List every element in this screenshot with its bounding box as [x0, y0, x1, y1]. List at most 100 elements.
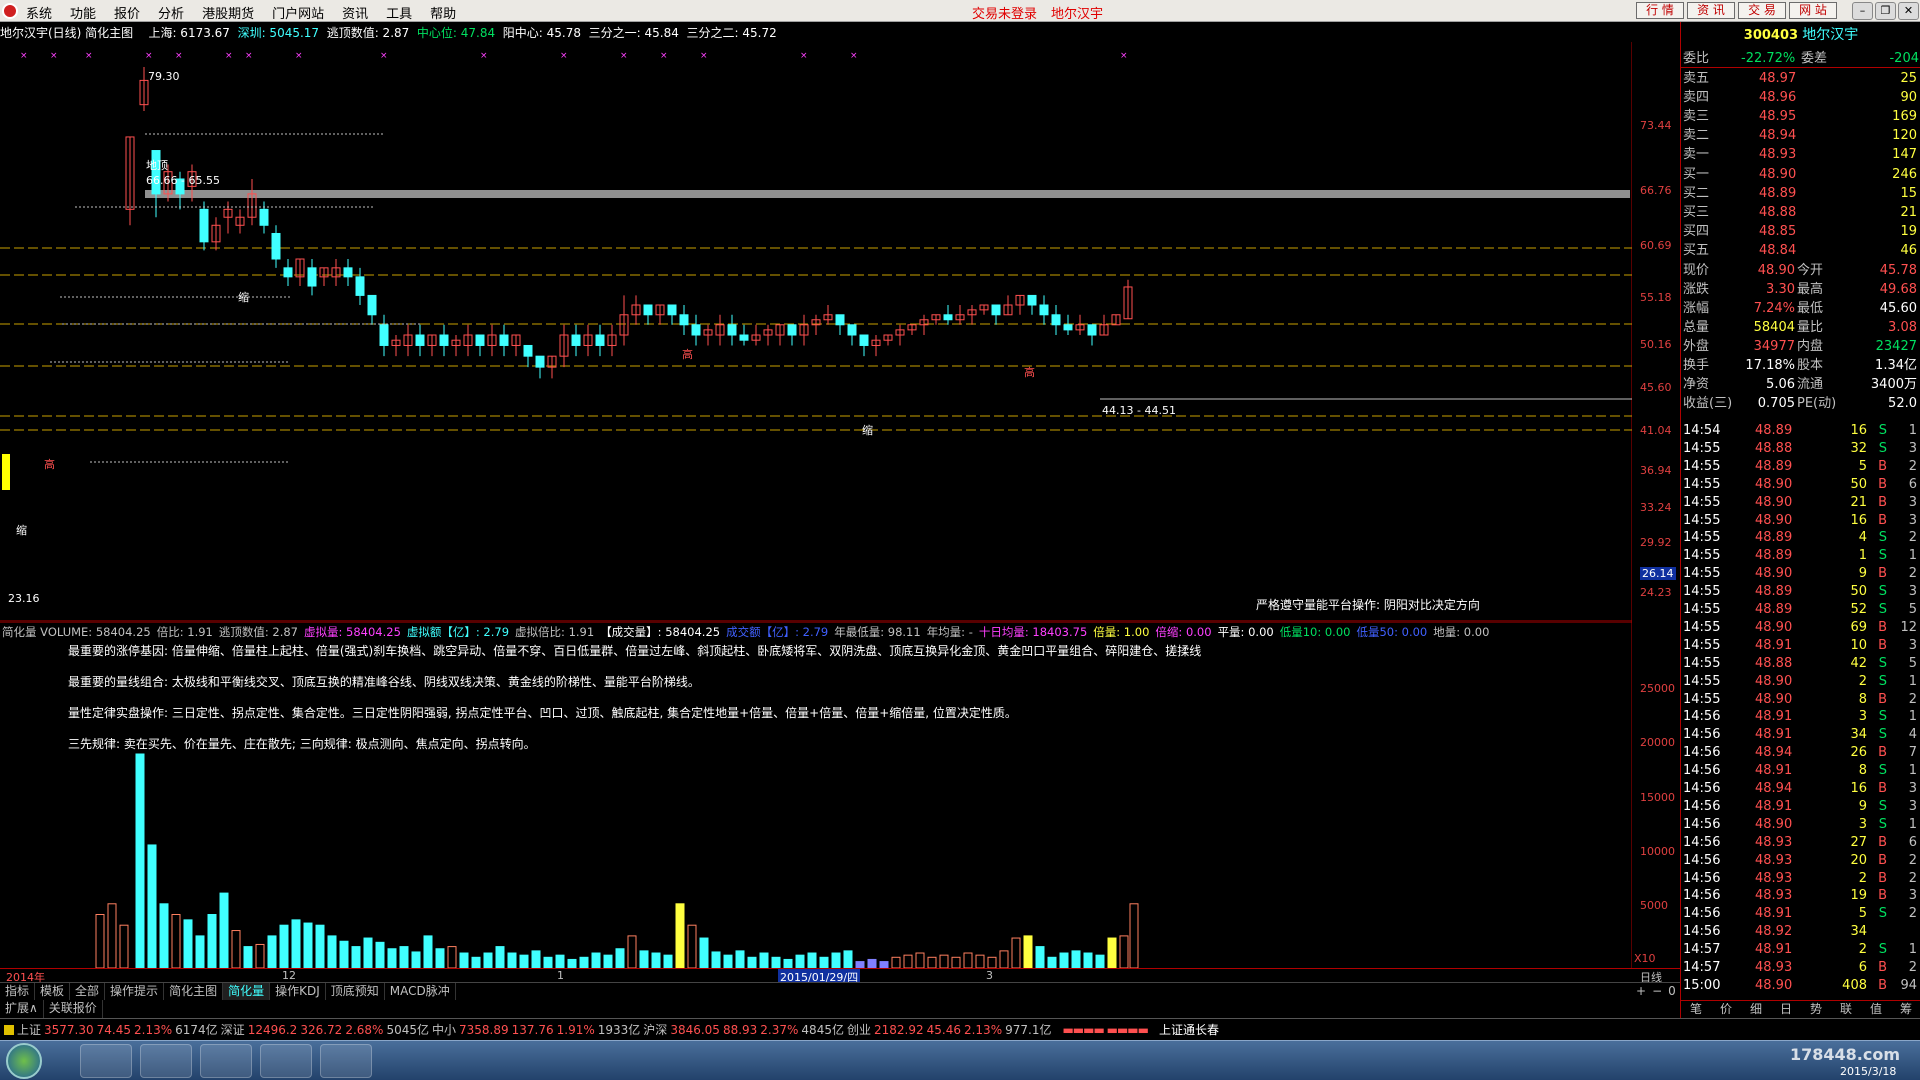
- status-text: 交易未登录: [972, 7, 1038, 22]
- bank-app-icon[interactable]: [260, 1044, 312, 1078]
- menu-item[interactable]: 资讯: [342, 3, 368, 22]
- menu-item[interactable]: 报价: [114, 3, 140, 22]
- indicator-tab[interactable]: 指标: [0, 983, 36, 1000]
- candle-body: [379, 324, 389, 346]
- stat-row: 现价 48.90 今开 45.78: [1681, 262, 1920, 280]
- bid-price: 48.84: [1759, 243, 1797, 258]
- tick-count: 2: [1908, 566, 1917, 582]
- volume-panel[interactable]: 简化量 VOLUME: 58404.25 倍比: 1.91 逃顶数值: 2.87 虚拟…: [0, 621, 1675, 969]
- tick-row: 14:56 48.93 19 B 3: [1681, 887, 1920, 905]
- app-logo-icon[interactable]: [2, 3, 18, 19]
- ask-row: 卖五 48.97 25: [1681, 70, 1920, 88]
- stat-value: 3.08: [1888, 320, 1917, 335]
- volume-bar: [939, 954, 949, 969]
- quote-tab[interactable]: 日: [1771, 1001, 1801, 1018]
- tick-count: 2: [1908, 870, 1917, 886]
- quote-tab[interactable]: 细: [1741, 1001, 1771, 1018]
- quote-tab[interactable]: 联: [1831, 1001, 1861, 1018]
- indicator-tab[interactable]: 模板: [35, 983, 71, 1000]
- stat-label: 量比: [1797, 320, 1824, 335]
- tick-price: 48.90: [1755, 566, 1793, 582]
- candle-body: [307, 267, 317, 287]
- tick-time: 14:55: [1683, 691, 1721, 707]
- tick-count: 5: [1908, 602, 1917, 617]
- menu-item[interactable]: 分析: [158, 3, 184, 22]
- tick-time: 14:55: [1683, 476, 1721, 492]
- extension-tab[interactable]: 扩展∧: [0, 1000, 44, 1018]
- quote-tab[interactable]: 值: [1861, 1001, 1891, 1018]
- tick-side: B: [1878, 566, 1887, 582]
- ie-browser-icon[interactable]: [80, 1044, 132, 1078]
- watermark: 178448.com: [1790, 1045, 1901, 1064]
- candle-body: [835, 314, 845, 326]
- indicator-tab[interactable]: MACD脉冲: [385, 983, 456, 1000]
- price-tick: 55.18: [1640, 291, 1672, 304]
- tick-time: 14:56: [1683, 727, 1721, 743]
- volume-bar: [315, 924, 325, 969]
- tick-count: 3: [1908, 798, 1917, 814]
- stat-value: 1.34亿: [1875, 358, 1917, 373]
- menu-item[interactable]: 工具: [386, 3, 412, 22]
- tick-row: 14:55 48.89 52 S 5: [1681, 601, 1920, 619]
- start-button[interactable]: [6, 1043, 42, 1079]
- indicator-tab[interactable]: 操作KDJ: [270, 983, 326, 1000]
- stat-label: 换手: [1683, 358, 1710, 373]
- indicator-tab[interactable]: 操作提示: [105, 983, 165, 1000]
- ask-row: 卖一 48.93 147: [1681, 146, 1920, 164]
- candle-body: [367, 294, 377, 316]
- menu-item[interactable]: 港股期货: [202, 3, 254, 22]
- minimize-icon[interactable]: –: [1852, 2, 1873, 20]
- nav-button[interactable]: 交 易: [1738, 2, 1786, 19]
- zoom-out-icon[interactable]: −: [1652, 984, 1662, 998]
- quote-tab[interactable]: 势: [1801, 1001, 1831, 1018]
- indicator-tab[interactable]: 简化主图: [164, 983, 224, 1000]
- tick-side: B: [1878, 458, 1887, 474]
- nav-button[interactable]: 资 讯: [1687, 2, 1735, 19]
- stock-app-icon[interactable]: [200, 1044, 252, 1078]
- quote-tab[interactable]: 筹: [1891, 1001, 1920, 1018]
- ask-volume: 25: [1900, 71, 1917, 86]
- menu-item[interactable]: 功能: [70, 3, 96, 22]
- menu-item[interactable]: 帮助: [430, 3, 456, 22]
- ask-price: 48.95: [1759, 109, 1797, 124]
- zoom-in-icon[interactable]: +: [1636, 984, 1646, 998]
- extension-tab[interactable]: 关联报价: [44, 1000, 103, 1018]
- ie-window-icon[interactable]: [320, 1044, 372, 1078]
- kline-svg[interactable]: × × × × × × × × × × × × × × × × ×: [0, 42, 1632, 622]
- weicha-value: -204: [1889, 51, 1919, 66]
- sh-change: 74.45: [96, 1022, 131, 1037]
- news-ticker[interactable]: 上证通长春: [1159, 1021, 1219, 1038]
- candle-body: [943, 314, 953, 321]
- tick-side: S: [1878, 548, 1887, 564]
- menu-item[interactable]: 系统: [26, 3, 52, 22]
- close-icon[interactable]: ✕: [1898, 2, 1919, 20]
- zoom-reset-icon[interactable]: 0: [1668, 984, 1676, 998]
- nav-button[interactable]: 网 站: [1789, 2, 1837, 19]
- candle-body: [679, 314, 689, 326]
- tick-count: 3: [1908, 512, 1917, 528]
- tick-row: 14:55 48.89 5 B 2: [1681, 458, 1920, 476]
- tick-count: 2: [1908, 852, 1917, 868]
- quote-tab[interactable]: 笔: [1681, 1001, 1711, 1018]
- volume-bar: [687, 924, 697, 969]
- tick-row: 14:55 48.89 1 S 1: [1681, 547, 1920, 565]
- indicator-tab[interactable]: 顶底预知: [326, 983, 385, 1000]
- volume-header: 简化量 VOLUME: 58404.25 倍比: 1.91 逃顶数值: 2.87 虚拟…: [2, 624, 1495, 640]
- volume-bar: [1035, 946, 1045, 969]
- indicator-tab[interactable]: 全部: [70, 983, 106, 1000]
- menu-item[interactable]: 门户网站: [272, 3, 324, 22]
- indicator-tab[interactable]: 简化量: [223, 983, 271, 1000]
- quote-tab[interactable]: 价: [1711, 1001, 1741, 1018]
- volume-bar: [999, 950, 1009, 969]
- volume-bar: [339, 940, 349, 969]
- tick-time: 14:55: [1683, 602, 1721, 617]
- stat-row: 总量 58404 量比 3.08: [1681, 319, 1920, 337]
- restore-icon[interactable]: ❐: [1875, 2, 1896, 20]
- ask-label: 卖五: [1683, 71, 1710, 86]
- volume-bar: [543, 956, 553, 969]
- tick-time: 14:56: [1683, 763, 1721, 779]
- stat-label: 涨跌: [1683, 282, 1710, 297]
- nav-button[interactable]: 行 情: [1636, 2, 1684, 19]
- app-tray-icon[interactable]: [140, 1044, 192, 1078]
- kline-chart[interactable]: × × × × × × × × × × × × × × × × × 79.30 23.16 66.66 - 65…: [0, 42, 1676, 622]
